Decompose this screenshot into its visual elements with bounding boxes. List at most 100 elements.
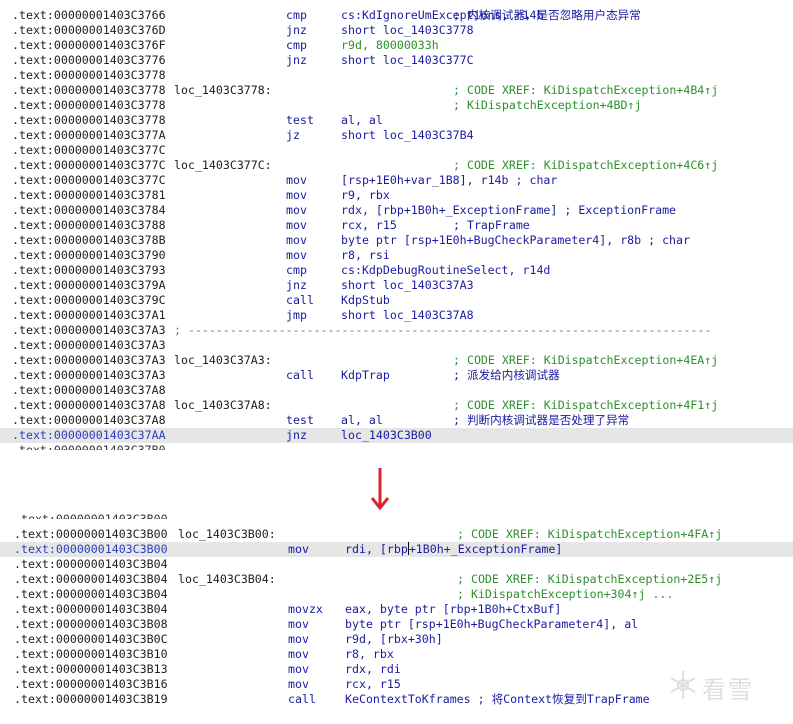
row-address[interactable]: .text:00000001403C3B04 [14, 557, 168, 572]
disassembly-listing-top[interactable]: .text:00000001403C3766 cmp cs:KdIgnoreUmEx… [0, 0, 793, 452]
row-address[interactable]: .text:00000001403C376D [12, 23, 166, 38]
row-label: ; --------------------------------------… [174, 323, 712, 337]
listing-row[interactable]: .text:00000001403C3781 mov r9, rbx [0, 188, 793, 203]
listing-row[interactable]: .text:00000001403C37AA jnz loc_1403C3B00 [0, 428, 793, 443]
row-address[interactable]: .text:00000001403C378B [12, 233, 166, 248]
row-operands: KdpStub [341, 293, 390, 307]
listing-row[interactable]: .text:00000001403C3B0C mov r9d, [rbx+30h] [0, 632, 793, 647]
row-address[interactable]: .text:00000001403C37A8 [12, 413, 166, 428]
row-address[interactable]: .text:00000001403C3B04 [14, 587, 168, 602]
row-mnemonic: movzx [288, 602, 323, 616]
row-address[interactable]: .text:00000001403C37AA [12, 428, 166, 443]
listing-row[interactable]: .text:00000001403C3B08 mov byte ptr [rsp+1… [0, 617, 793, 632]
listing-row[interactable]: .text:00000001403C379C call KdpStub [0, 293, 793, 308]
listing-row[interactable]: .text:00000001403C3B04 movzx eax, byte ptr… [0, 602, 793, 617]
listing-row[interactable]: .text:00000001403C37A8 [0, 383, 793, 398]
row-comment: ; CODE XREF: KiDispatchException+4EA↑j [453, 353, 719, 367]
row-label: loc_1403C3B00: [178, 527, 276, 541]
row-address[interactable]: .text:00000001403C3778 [12, 98, 166, 113]
row-address[interactable]: .text:00000001403C3790 [12, 248, 166, 263]
row-address[interactable]: .text:00000001403C377C [12, 158, 166, 173]
listing-row[interactable]: .text:00000001403C3778 test al, al [0, 113, 793, 128]
listing-row[interactable]: .text:00000001403C3B04 [0, 557, 793, 572]
row-mnemonic: mov [288, 662, 309, 676]
listing-row[interactable]: .text:00000001403C3B00 [0, 512, 793, 519]
row-address[interactable]: .text:00000001403C37A3 [12, 323, 166, 338]
row-address[interactable]: .text:00000001403C3793 [12, 263, 166, 278]
row-address[interactable]: .text:00000001403C3778 [12, 113, 166, 128]
row-mnemonic: mov [286, 203, 307, 217]
row-address[interactable]: .text:00000001403C3B04 [14, 602, 168, 617]
listing-row[interactable]: .text:00000001403C3B10 mov r8, rbx [0, 647, 793, 662]
row-address[interactable]: .text:00000001403C3B00 [14, 512, 168, 519]
listing-row[interactable]: .text:00000001403C377A jz short loc_1403C3… [0, 128, 793, 143]
row-address[interactable]: .text:00000001403C379A [12, 278, 166, 293]
listing-row[interactable]: .text:00000001403C377C mov [rsp+1E0h+var_1… [0, 173, 793, 188]
listing-row[interactable]: .text:00000001403C376D jnz short loc_1403C… [0, 23, 793, 38]
listing-row[interactable]: .text:00000001403C3778 [0, 68, 793, 83]
row-address[interactable]: .text:00000001403C37A3 [12, 338, 166, 353]
row-address[interactable]: .text:00000001403C3788 [12, 218, 166, 233]
row-mnemonic: mov [286, 233, 307, 247]
listing-row[interactable]: .text:00000001403C37B0 [0, 443, 793, 450]
row-address[interactable]: .text:00000001403C37A8 [12, 383, 166, 398]
listing-row[interactable]: .text:00000001403C3B04 ; KiDispatchExcept… [0, 587, 793, 602]
row-address[interactable]: .text:00000001403C3B13 [14, 662, 168, 677]
listing-row[interactable]: .text:00000001403C3788 mov rcx, r15 ; TrapF… [0, 218, 793, 233]
listing-row[interactable]: .text:00000001403C379A jnz short loc_1403C… [0, 278, 793, 293]
row-address[interactable]: .text:00000001403C3B04 [14, 572, 168, 587]
row-address[interactable]: .text:00000001403C37B0 [12, 443, 166, 450]
listing-row[interactable]: .text:00000001403C37A3 ; ----------------… [0, 323, 793, 338]
row-comment: ; 内核调试器，是否忽略用户态异常 [453, 8, 641, 22]
row-address[interactable]: .text:00000001403C3B16 [14, 677, 168, 692]
row-address[interactable]: .text:00000001403C377C [12, 173, 166, 188]
row-address[interactable]: .text:00000001403C3778 [12, 83, 166, 98]
row-address[interactable]: .text:00000001403C3781 [12, 188, 166, 203]
listing-row[interactable]: .text:00000001403C3793 cmp cs:KdpDebugRout… [0, 263, 793, 278]
listing-row[interactable]: .text:00000001403C3776 jnz short loc_1403C… [0, 53, 793, 68]
listing-row[interactable]: .text:00000001403C37A1 jmp short loc_1403C… [0, 308, 793, 323]
listing-row[interactable]: .text:00000001403C377C loc_1403C377C: ; CO… [0, 158, 793, 173]
row-address[interactable]: .text:00000001403C376F [12, 38, 166, 53]
row-address[interactable]: .text:00000001403C37A1 [12, 308, 166, 323]
listing-row[interactable]: .text:00000001403C377C [0, 143, 793, 158]
row-address[interactable]: .text:00000001403C3766 [12, 8, 166, 23]
row-address[interactable]: .text:00000001403C3B0C [14, 632, 168, 647]
listing-row[interactable]: .text:00000001403C3784 mov rdx, [rbp+1B0h+… [0, 203, 793, 218]
row-address[interactable]: .text:00000001403C3B00 [14, 542, 168, 557]
row-address[interactable]: .text:00000001403C379C [12, 293, 166, 308]
listing-row[interactable]: .text:00000001403C3766 cmp cs:KdIgnoreUmEx… [0, 8, 793, 23]
row-address[interactable]: .text:00000001403C3B08 [14, 617, 168, 632]
listing-row[interactable]: .text:00000001403C37A3 [0, 338, 793, 353]
listing-row[interactable]: .text:00000001403C3778 loc_1403C3778: ; CO… [0, 83, 793, 98]
row-address[interactable]: .text:00000001403C377A [12, 128, 166, 143]
row-operands: rcx, r15 [345, 677, 401, 691]
listing-row[interactable]: .text:00000001403C37A8 loc_1403C37A8: ; CO… [0, 398, 793, 413]
row-mnemonic: jnz [286, 278, 307, 292]
row-operands: rcx, r15 [341, 218, 397, 232]
row-address[interactable]: .text:00000001403C3778 [12, 68, 166, 83]
listing-row[interactable]: .text:00000001403C378B mov byte ptr [rsp+1… [0, 233, 793, 248]
row-operands: short loc_1403C3778 [341, 23, 474, 37]
row-mnemonic: cmp [286, 8, 307, 22]
listing-row[interactable]: .text:00000001403C3778 ; KiDispatchExcept… [0, 98, 793, 113]
listing-row[interactable]: .text:00000001403C37A8 test al, al ; 判断内核调试… [0, 413, 793, 428]
listing-row[interactable]: .text:00000001403C37A3 call KdpTrap ; 派发给内核… [0, 368, 793, 383]
listing-row[interactable]: .text:00000001403C37A3 loc_1403C37A3: ; CO… [0, 353, 793, 368]
row-address[interactable]: .text:00000001403C377C [12, 143, 166, 158]
listing-row[interactable]: .text:00000001403C3B00 mov rdi, [rbp+1B0h+… [0, 542, 793, 557]
row-address[interactable]: .text:00000001403C37A8 [12, 398, 166, 413]
listing-row[interactable]: .text:00000001403C376F cmp r9d, 80000033h [0, 38, 793, 53]
row-address[interactable]: .text:00000001403C37A3 [12, 368, 166, 383]
listing-row[interactable]: .text:00000001403C3B04 loc_1403C3B04: ; CO… [0, 572, 793, 587]
row-address[interactable]: .text:00000001403C3776 [12, 53, 166, 68]
listing-row[interactable]: .text:00000001403C3790 mov r8, rsi [0, 248, 793, 263]
row-address[interactable]: .text:00000001403C3B19 [14, 692, 168, 707]
row-operands: short loc_1403C37A3 [341, 278, 474, 292]
row-address[interactable]: .text:00000001403C3B00 [14, 527, 168, 542]
row-address[interactable]: .text:00000001403C3B10 [14, 647, 168, 662]
row-address[interactable]: .text:00000001403C3784 [12, 203, 166, 218]
row-comment: ; CODE XREF: KiDispatchException+4FA↑j [457, 527, 723, 541]
listing-row[interactable]: .text:00000001403C3B00 loc_1403C3B00: ; CO… [0, 527, 793, 542]
row-address[interactable]: .text:00000001403C37A3 [12, 353, 166, 368]
